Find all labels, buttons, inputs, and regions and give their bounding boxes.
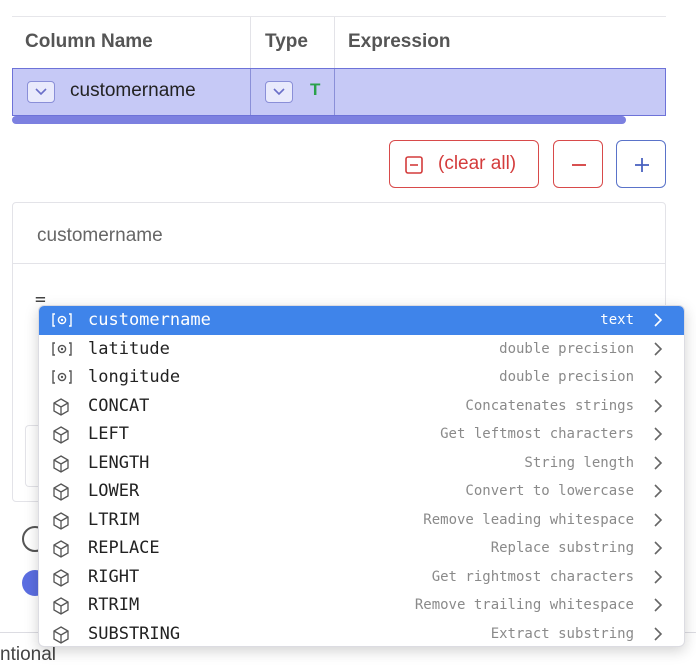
chevron-right-icon[interactable] bbox=[652, 340, 664, 358]
autocomplete-item-name: longitude bbox=[88, 367, 181, 387]
autocomplete-item-description: text bbox=[600, 312, 634, 328]
autocomplete-item-description: Remove leading whitespace bbox=[423, 511, 634, 528]
autocomplete-item[interactable]: REPLACE Replace substring bbox=[39, 534, 684, 563]
autocomplete-item-description: double precision bbox=[499, 369, 634, 385]
column-icon bbox=[51, 340, 72, 358]
cube-icon bbox=[51, 397, 71, 416]
row-divider bbox=[250, 69, 251, 115]
autocomplete-item-name: SUBSTRING bbox=[88, 623, 181, 644]
cube-icon bbox=[51, 568, 71, 587]
clear-all-label: (clear all) bbox=[438, 153, 517, 174]
minus-square-icon bbox=[404, 155, 424, 175]
autocomplete-item-description: Extract substring bbox=[490, 625, 634, 642]
autocomplete-item[interactable]: RTRIM Remove trailing whitespace bbox=[39, 591, 684, 620]
chevron-right-icon[interactable] bbox=[652, 454, 664, 472]
cube-icon bbox=[51, 625, 71, 644]
remove-row-button[interactable] bbox=[553, 140, 603, 188]
table-header: Column Name Type Expression bbox=[12, 16, 666, 70]
chevron-down-icon[interactable] bbox=[265, 81, 293, 103]
add-row-button[interactable] bbox=[616, 140, 666, 188]
column-icon bbox=[51, 368, 72, 386]
autocomplete-item-name: LOWER bbox=[88, 481, 140, 501]
table-row[interactable]: customername T bbox=[12, 68, 666, 116]
autocomplete-item-name: CONCAT bbox=[88, 395, 150, 416]
autocomplete-item-description: Remove trailing whitespace bbox=[414, 597, 634, 613]
chevron-right-icon[interactable] bbox=[652, 482, 664, 500]
autocomplete-item-description: Convert to lowercase bbox=[465, 483, 634, 499]
autocomplete-item[interactable]: LENGTH String length bbox=[39, 449, 684, 478]
column-name-value[interactable]: customername bbox=[70, 80, 196, 102]
autocomplete-item[interactable]: LTRIM Remove leading whitespace bbox=[39, 506, 684, 535]
minus-icon bbox=[569, 155, 589, 180]
cube-icon bbox=[51, 539, 71, 558]
autocomplete-item[interactable]: LOWER Convert to lowercase bbox=[39, 477, 684, 506]
autocomplete-dropdown: customername text latitude double precision… bbox=[38, 305, 685, 647]
column-icon bbox=[51, 311, 72, 329]
autocomplete-item-name: LTRIM bbox=[88, 509, 140, 530]
autocomplete-item-name: LEFT bbox=[88, 424, 129, 444]
header-column-name[interactable]: Column Name bbox=[25, 17, 153, 69]
chevron-right-icon[interactable] bbox=[652, 568, 664, 586]
autocomplete-item[interactable]: customername text bbox=[39, 306, 684, 335]
cube-icon bbox=[51, 511, 71, 530]
plus-icon bbox=[632, 155, 652, 180]
cube-icon bbox=[51, 482, 71, 501]
autocomplete-item[interactable]: LEFT Get leftmost characters bbox=[39, 420, 684, 449]
horizontal-scrollbar[interactable] bbox=[12, 116, 626, 124]
clear-all-button[interactable]: (clear all) bbox=[389, 140, 539, 188]
autocomplete-item[interactable]: SUBSTRING Extract substring bbox=[39, 620, 684, 647]
autocomplete-item-name: REPLACE bbox=[88, 538, 160, 558]
chevron-right-icon[interactable] bbox=[652, 511, 664, 529]
autocomplete-item[interactable]: longitude double precision bbox=[39, 363, 684, 392]
autocomplete-item-description: double precision bbox=[499, 340, 634, 357]
autocomplete-item-description: Get leftmost characters bbox=[440, 426, 634, 442]
header-type[interactable]: Type bbox=[265, 17, 308, 69]
autocomplete-item-description: String length bbox=[524, 454, 634, 471]
chevron-down-icon[interactable] bbox=[27, 81, 55, 103]
autocomplete-item-description: Get rightmost characters bbox=[431, 568, 634, 585]
autocomplete-item-name: RIGHT bbox=[88, 566, 140, 587]
autocomplete-item-description: Replace substring bbox=[490, 540, 634, 556]
chevron-right-icon[interactable] bbox=[652, 311, 664, 329]
autocomplete-item-name: RTRIM bbox=[88, 595, 140, 615]
autocomplete-item[interactable]: latitude double precision bbox=[39, 335, 684, 364]
chevron-right-icon[interactable] bbox=[652, 596, 664, 614]
panel-title: customername bbox=[37, 225, 163, 246]
chevron-right-icon[interactable] bbox=[652, 625, 664, 643]
columns-table: Column Name Type Expression customername… bbox=[12, 16, 666, 128]
header-expression[interactable]: Expression bbox=[348, 17, 450, 69]
chevron-right-icon[interactable] bbox=[652, 368, 664, 386]
chevron-right-icon[interactable] bbox=[652, 425, 664, 443]
autocomplete-item-name: latitude bbox=[88, 338, 170, 359]
cube-icon bbox=[51, 454, 71, 473]
cube-icon bbox=[51, 596, 71, 615]
header-divider bbox=[250, 17, 251, 69]
row-divider bbox=[334, 69, 335, 115]
autocomplete-item-description: Concatenates strings bbox=[465, 397, 634, 414]
type-badge: T bbox=[310, 80, 321, 99]
chevron-right-icon[interactable] bbox=[652, 539, 664, 557]
autocomplete-item-name: LENGTH bbox=[88, 452, 150, 473]
panel-divider bbox=[13, 263, 665, 264]
header-divider bbox=[334, 17, 335, 69]
chevron-right-icon[interactable] bbox=[652, 397, 664, 415]
autocomplete-item[interactable]: RIGHT Get rightmost characters bbox=[39, 563, 684, 592]
autocomplete-item[interactable]: CONCAT Concatenates strings bbox=[39, 392, 684, 421]
bottom-label: ntional bbox=[0, 644, 56, 665]
cube-icon bbox=[51, 425, 71, 444]
autocomplete-item-name: customername bbox=[88, 310, 211, 330]
